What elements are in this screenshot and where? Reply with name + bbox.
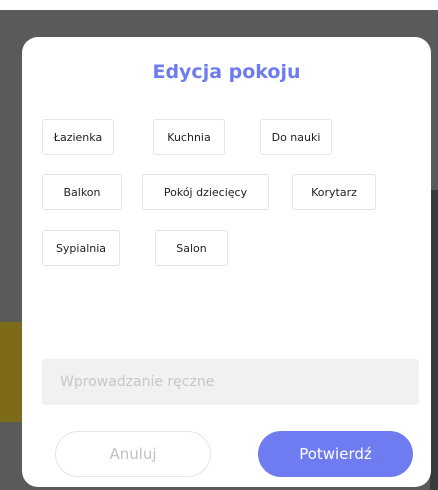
background-edge (430, 190, 438, 490)
manual-entry-input[interactable] (42, 359, 419, 405)
edit-room-dialog: Edycja pokoju Łazienka Kuchnia Do nauki … (22, 37, 431, 487)
room-chip-bedroom[interactable]: Sypialnia (42, 230, 120, 266)
room-chip-bathroom[interactable]: Łazienka (42, 119, 114, 155)
room-chip-living-room[interactable]: Salon (155, 230, 228, 266)
room-chip-kids-room[interactable]: Pokój dziecięcy (142, 174, 269, 210)
room-chip-kitchen[interactable]: Kuchnia (153, 119, 225, 155)
status-bar (0, 0, 438, 10)
dialog-title: Edycja pokoju (152, 61, 301, 83)
background-panel (0, 322, 22, 422)
cancel-button[interactable]: Anuluj (55, 431, 211, 477)
screen: Edycja pokoju Łazienka Kuchnia Do nauki … (0, 0, 438, 490)
room-chip-balcony[interactable]: Balkon (42, 174, 122, 210)
room-chip-study[interactable]: Do nauki (260, 119, 332, 155)
room-chip-hallway[interactable]: Korytarz (292, 174, 376, 210)
confirm-button[interactable]: Potwierdź (258, 431, 413, 477)
